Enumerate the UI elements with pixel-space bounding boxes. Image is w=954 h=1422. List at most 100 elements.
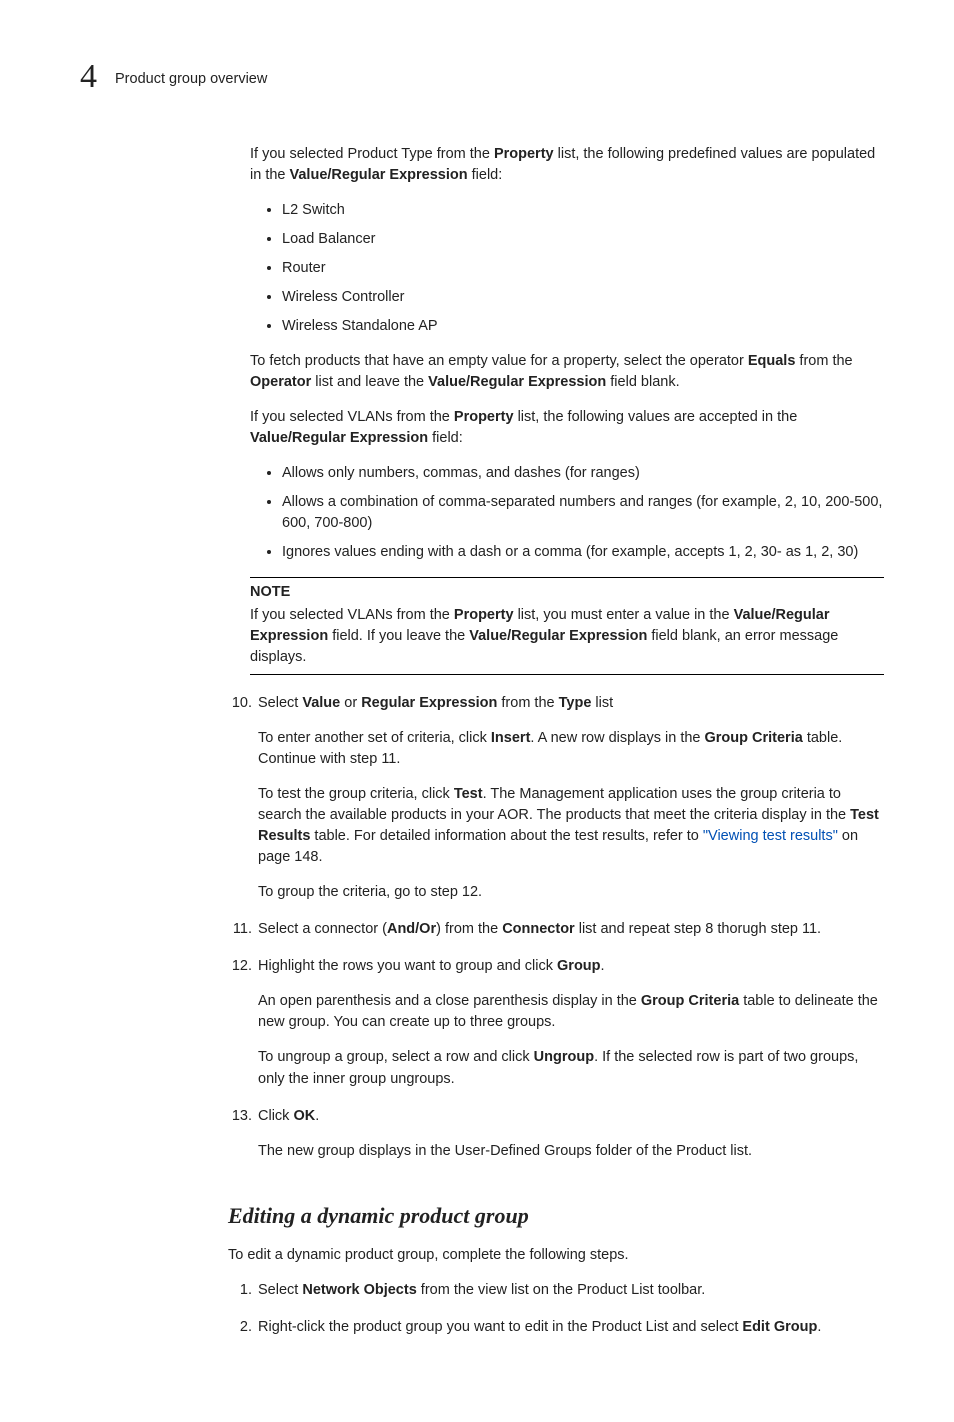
paragraph: If you selected VLANs from the Property … [250,407,884,449]
text: from the [497,695,558,711]
list-item: Wireless Controller [282,287,884,308]
term-and-or: And/Or [387,921,436,937]
text: field: [468,167,503,183]
text: . [601,958,605,974]
note-box: NOTE If you selected VLANs from the Prop… [250,577,884,675]
text: If you selected VLANs from the [250,607,454,623]
text: list and leave the [311,374,428,390]
page-header: 4 Product group overview [80,60,884,94]
ordered-steps: 10. Select Value or Regular Expression f… [228,693,884,1171]
chapter-number: 4 [80,60,97,94]
term-value: Value [302,695,340,711]
list-item: Router [282,258,884,279]
step-2: 2. Right-click the product group you wan… [228,1317,884,1348]
term-regex: Regular Expression [361,695,497,711]
body-content: If you selected Product Type from the Pr… [250,144,884,675]
text: . [315,1108,319,1124]
paragraph: To ungroup a group, select a row and cli… [258,1047,884,1089]
term-group: Group [557,958,601,974]
term-equals: Equals [748,353,796,369]
list-item: Load Balancer [282,229,884,250]
paragraph: Select Value or Regular Expression from … [258,693,884,714]
term-connector: Connector [502,921,575,937]
text: Right-click the product group you want t… [258,1319,742,1335]
text: list and repeat step 8 thorugh step 11. [575,921,821,937]
paragraph: To edit a dynamic product group, complet… [228,1245,884,1266]
term-value-regex: Value/Regular Expression [290,167,468,183]
text: from the [795,353,852,369]
text: To ungroup a group, select a row and cli… [258,1049,534,1065]
paragraph: To group the criteria, go to step 12. [258,882,884,903]
term-insert: Insert [491,730,531,746]
text: An open parenthesis and a close parenthe… [258,993,641,1009]
text: Click [258,1108,293,1124]
term-edit-group: Edit Group [742,1319,817,1335]
note-body: If you selected VLANs from the Property … [250,605,884,668]
text: If you selected VLANs from the [250,409,454,425]
product-type-list: L2 Switch Load Balancer Router Wireless … [250,200,884,337]
text: or [340,695,361,711]
text: table. For detailed information about th… [310,828,703,844]
step-1: 1. Select Network Objects from the view … [228,1280,884,1311]
step-number: 11. [228,919,252,950]
term-ungroup: Ungroup [534,1049,594,1065]
list-item: Ignores values ending with a dash or a c… [282,542,884,563]
list-item: Wireless Standalone AP [282,316,884,337]
paragraph: An open parenthesis and a close parenthe… [258,991,884,1033]
paragraph: Select Network Objects from the view lis… [258,1280,884,1301]
step-number: 2. [228,1317,252,1348]
text: Select a connector ( [258,921,387,937]
text: field blank. [606,374,679,390]
text: To fetch products that have an empty val… [250,353,748,369]
step-number: 12. [228,956,252,1099]
term-test: Test [454,786,483,802]
paragraph: Select a connector (And/Or) from the Con… [258,919,884,940]
text: . A new row displays in the [530,730,704,746]
paragraph: Click OK. [258,1106,884,1127]
text: Highlight the rows you want to group and… [258,958,557,974]
section-heading: Editing a dynamic product group [228,1200,884,1232]
list-item: Allows a combination of comma-separated … [282,492,884,534]
vlan-rules-list: Allows only numbers, commas, and dashes … [250,463,884,563]
step-number: 13. [228,1106,252,1172]
note-label: NOTE [250,582,884,603]
document-page: 4 Product group overview If you selected… [0,0,954,1422]
text: list, the following values are accepted … [514,409,798,425]
term-network-objects: Network Objects [302,1282,416,1298]
paragraph: Highlight the rows you want to group and… [258,956,884,977]
text: Select [258,695,302,711]
text: If you selected Product Type from the [250,146,494,162]
step-number: 1. [228,1280,252,1311]
text: ) from the [436,921,502,937]
text: . [817,1319,821,1335]
text: list [591,695,613,711]
term-property: Property [494,146,554,162]
term-operator: Operator [250,374,311,390]
term-value-regex: Value/Regular Expression [250,430,428,446]
text: To enter another set of criteria, click [258,730,491,746]
list-item: L2 Switch [282,200,884,221]
text: Select [258,1282,302,1298]
cross-ref-link[interactable]: "Viewing test results" [703,828,838,844]
text: from the view list on the Product List t… [417,1282,706,1298]
paragraph: To enter another set of criteria, click … [258,728,884,770]
term-property: Property [454,409,514,425]
paragraph: To fetch products that have an empty val… [250,351,884,393]
term-value-regex: Value/Regular Expression [428,374,606,390]
step-13: 13. Click OK. The new group displays in … [228,1106,884,1172]
step-12: 12. Highlight the rows you want to group… [228,956,884,1099]
section-title: Product group overview [115,69,267,94]
text: field: [428,430,463,446]
term-property: Property [454,607,514,623]
text: list, you must enter a value in the [514,607,734,623]
paragraph: If you selected Product Type from the Pr… [250,144,884,186]
paragraph: Right-click the product group you want t… [258,1317,884,1338]
term-type: Type [559,695,592,711]
term-ok: OK [293,1108,315,1124]
step-10: 10. Select Value or Regular Expression f… [228,693,884,913]
text: To test the group criteria, click [258,786,454,802]
term-group-criteria: Group Criteria [641,993,739,1009]
term-group-criteria: Group Criteria [705,730,803,746]
text: field. If you leave the [328,628,469,644]
step-11: 11. Select a connector (And/Or) from the… [228,919,884,950]
